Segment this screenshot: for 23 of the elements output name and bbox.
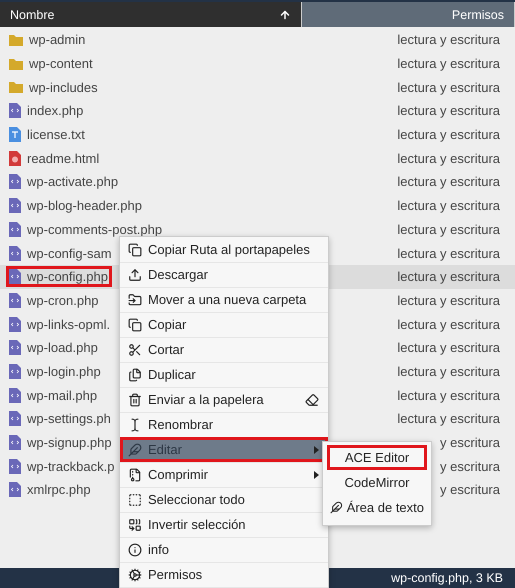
permissions-text: lectura y escritura <box>397 269 500 284</box>
permissions-text: lectura y escritura <box>397 340 500 356</box>
permissions-text: lectura y escritura <box>397 127 500 142</box>
permissions-text: lectura y escritura <box>397 56 500 72</box>
column-label: Nombre <box>10 8 56 22</box>
permissions-text: lectura y escritura <box>397 292 500 308</box>
permissions-text: lectura y escritura <box>397 103 500 118</box>
permissions-text: y escritura <box>440 482 500 498</box>
permissions-text: lectura y escritura <box>397 246 500 261</box>
permissions-text: lectura y escritura <box>397 80 500 95</box>
permissions-text: lectura y escritura <box>397 411 500 426</box>
permissions-text: lectura y escritura <box>397 150 500 166</box>
permissions-text: y escritura <box>440 435 500 450</box>
permissions-text: lectura y escritura <box>397 174 500 190</box>
column-label: Permisos <box>450 8 504 22</box>
permissions-text: lectura y escritura <box>397 32 500 48</box>
permissions-text: y escritura <box>440 458 500 474</box>
permissions-text: lectura y escritura <box>397 222 500 237</box>
permissions-text: lectura y escritura <box>397 364 500 379</box>
permissions-text: lectura y escritura <box>397 388 500 403</box>
status-text: wp-config.php, 3 KB <box>391 571 503 585</box>
permissions-text: lectura y escritura <box>397 198 500 214</box>
permissions-text: lectura y escritura <box>397 316 500 332</box>
